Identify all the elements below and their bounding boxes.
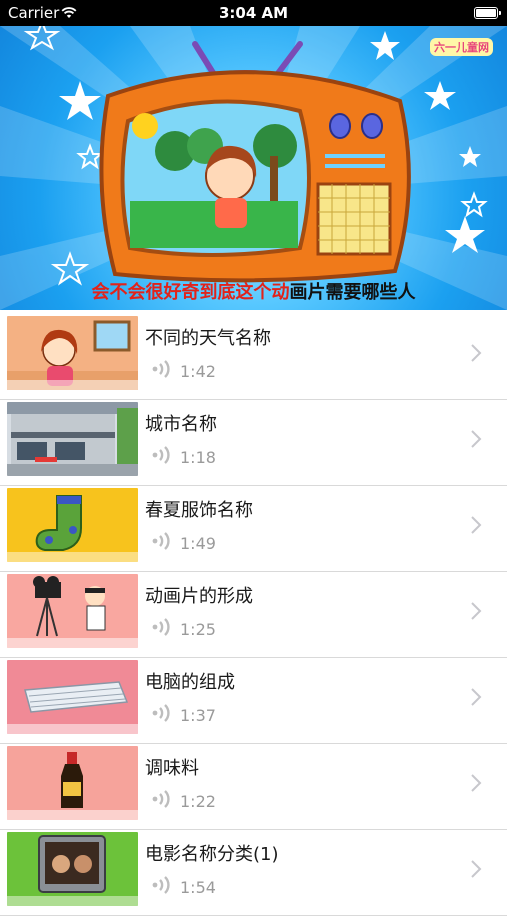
speaker-icon <box>151 360 173 382</box>
video-title: 城市名称 <box>145 414 217 435</box>
list-item[interactable]: 调味料 1:22 <box>0 744 507 830</box>
speaker-icon <box>151 704 173 726</box>
speaker-icon <box>151 790 173 812</box>
chevron-right-icon <box>470 515 482 539</box>
thumbnail-director-camera <box>7 574 138 648</box>
video-title: 动画片的形成 <box>145 586 253 607</box>
thumbnail-sauce-bottle <box>7 746 138 820</box>
video-duration: 1:54 <box>180 878 216 897</box>
video-title: 电影名称分类(1) <box>145 844 279 865</box>
video-player-banner[interactable]: 六一儿童网 会不会很好奇到底这个动画片需要哪些人 <box>0 26 507 310</box>
video-title: 电脑的组成 <box>145 672 235 693</box>
video-list: 不同的天气名称 1:42 城市名称 1:18 春夏服饰名称 1:49 动画片的形… <box>0 314 507 916</box>
list-item[interactable]: 城市名称 1:18 <box>0 400 507 486</box>
thumbnail-building <box>7 402 138 476</box>
subtitle-rest: 画片需要哪些人 <box>289 282 416 303</box>
video-duration: 1:18 <box>180 448 216 467</box>
speaker-icon <box>151 876 173 898</box>
thumbnail-movie-tv <box>7 832 138 906</box>
status-bar: Carrier 3:04 AM <box>0 0 507 26</box>
video-duration: 1:42 <box>180 362 216 381</box>
clock: 3:04 AM <box>218 4 289 22</box>
chevron-right-icon <box>470 601 482 625</box>
subtitle-highlight: 会不会很好奇到底这个动 <box>91 282 290 303</box>
list-item[interactable]: 电影名称分类(1) 1:54 <box>0 830 507 916</box>
list-item[interactable]: 春夏服饰名称 1:49 <box>0 486 507 572</box>
video-duration: 1:37 <box>180 706 216 725</box>
video-duration: 1:25 <box>180 620 216 639</box>
speaker-icon <box>151 618 173 640</box>
video-title: 不同的天气名称 <box>145 328 271 349</box>
video-subtitle: 会不会很好奇到底这个动画片需要哪些人 <box>0 278 507 304</box>
thumbnail-socks <box>7 488 138 562</box>
site-logo: 六一儿童网 <box>430 38 493 56</box>
video-title: 调味料 <box>145 758 199 779</box>
chevron-right-icon <box>470 343 482 367</box>
thumbnail-girl-window <box>7 316 138 390</box>
cartoon-tv-scene <box>0 26 507 310</box>
chevron-right-icon <box>470 859 482 883</box>
chevron-right-icon <box>470 687 482 711</box>
list-item[interactable]: 动画片的形成 1:25 <box>0 572 507 658</box>
chevron-right-icon <box>470 429 482 453</box>
video-title: 春夏服饰名称 <box>145 500 253 521</box>
speaker-icon <box>151 532 173 554</box>
thumbnail-keyboard <box>7 660 138 734</box>
video-duration: 1:49 <box>180 534 216 553</box>
chevron-right-icon <box>470 773 482 797</box>
battery-icon <box>474 7 501 19</box>
video-duration: 1:22 <box>180 792 216 811</box>
list-item[interactable]: 电脑的组成 1:37 <box>0 658 507 744</box>
speaker-icon <box>151 446 173 468</box>
list-item[interactable]: 不同的天气名称 1:42 <box>0 314 507 400</box>
